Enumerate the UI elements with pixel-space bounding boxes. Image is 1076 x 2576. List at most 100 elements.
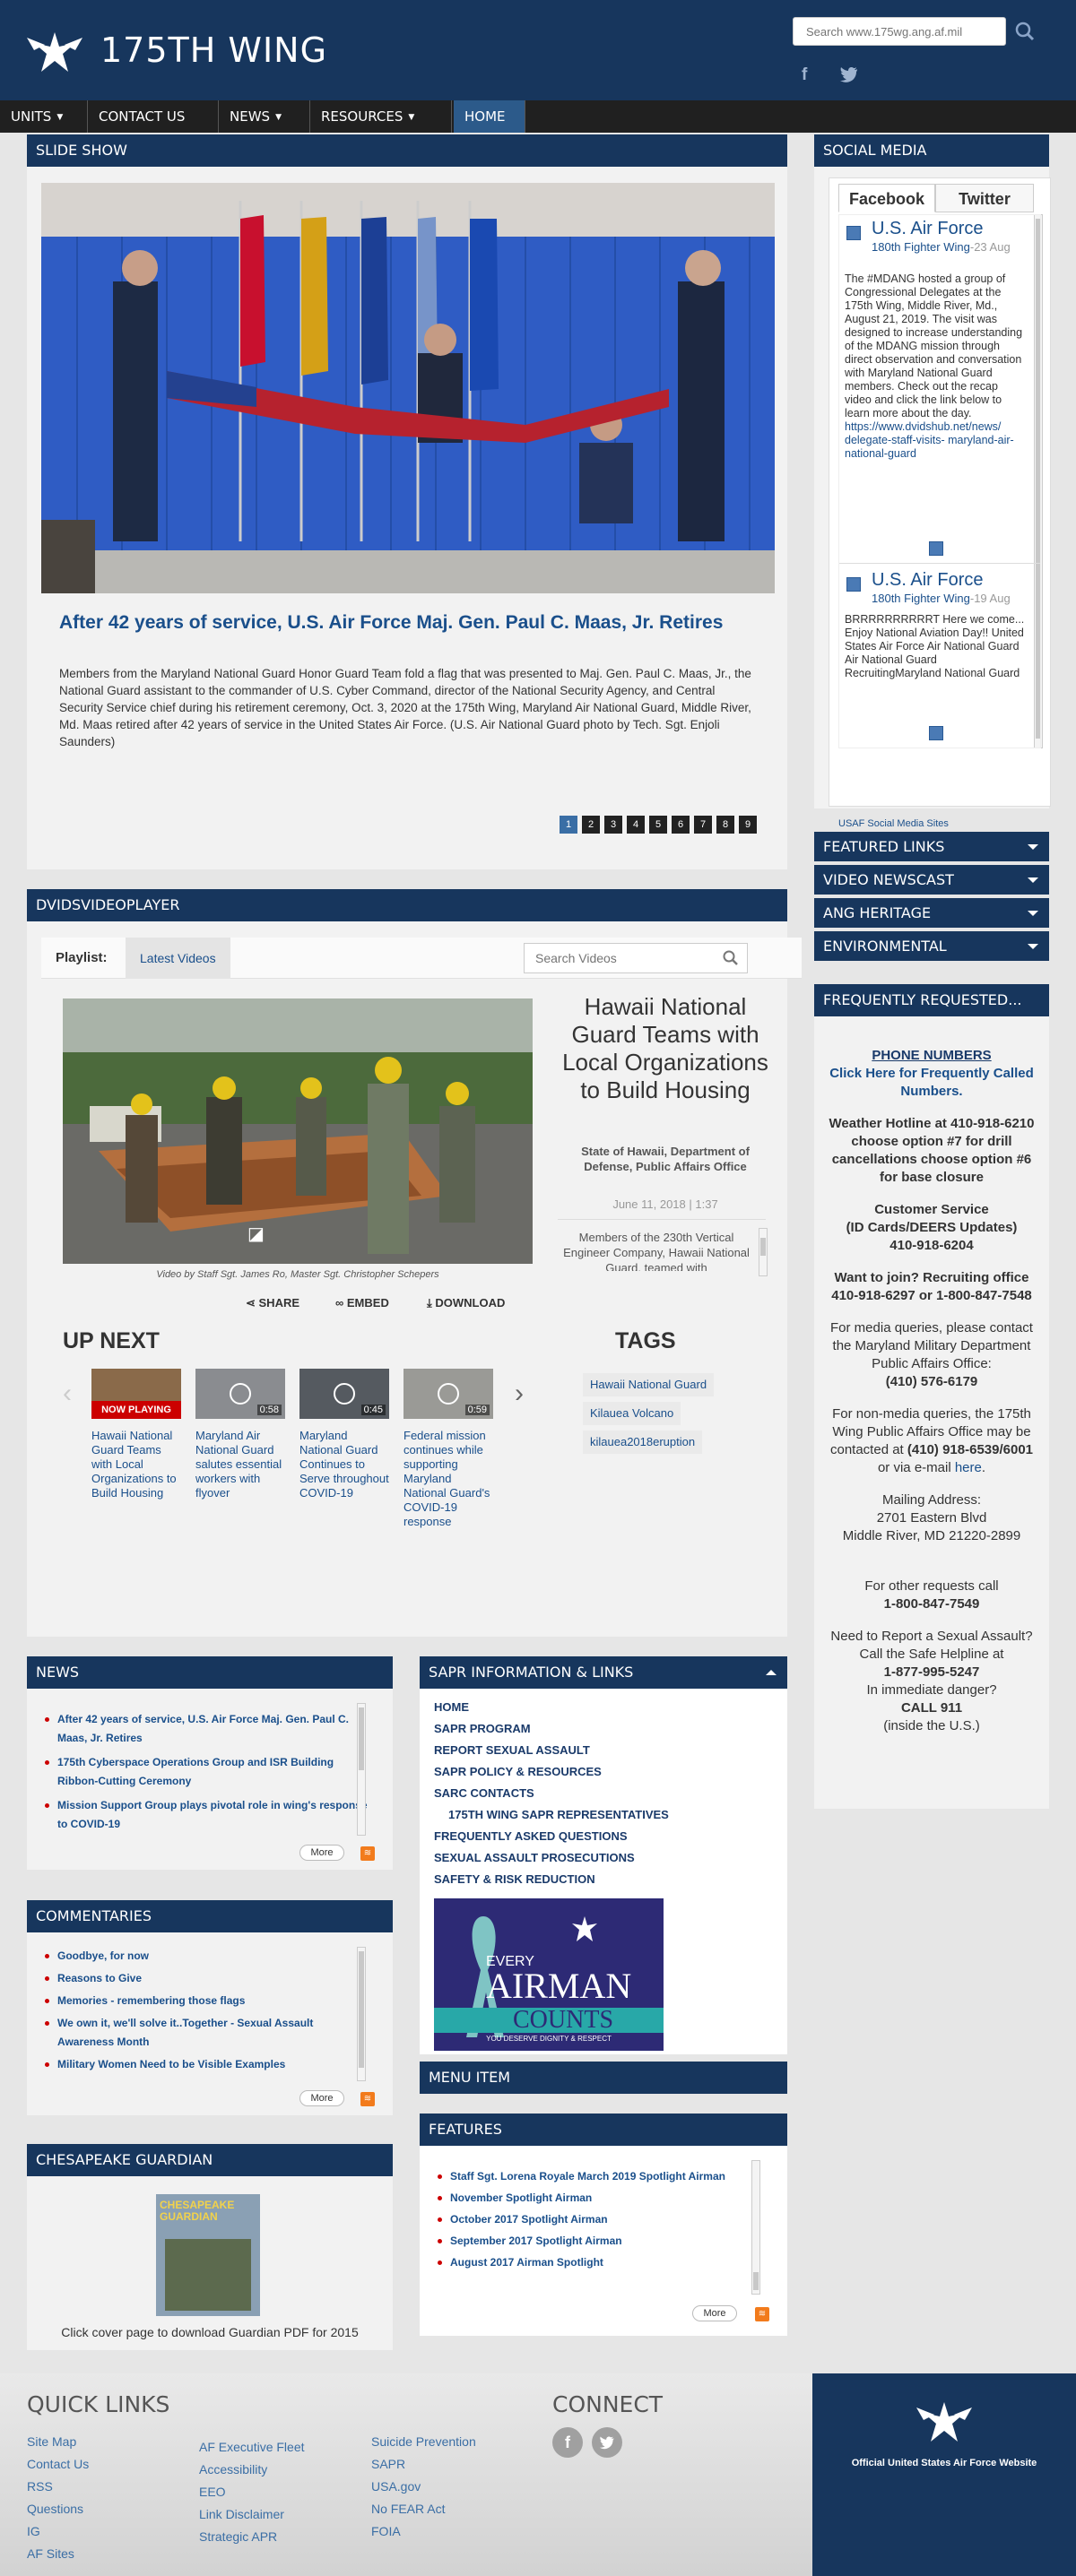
slide-image[interactable] — [41, 183, 775, 593]
rss-icon[interactable]: ≋ — [755, 2307, 769, 2321]
phone-numbers-link[interactable]: Click Here for Frequently Called Numbers… — [827, 1065, 1037, 1101]
nav-contact-us[interactable]: CONTACT US — [88, 100, 219, 133]
post-image-icon[interactable] — [929, 541, 943, 556]
slide-page-1[interactable]: 1 — [560, 816, 577, 834]
up-next-title-3[interactable]: Maryland National Guard Continues to Ser… — [299, 1429, 391, 1500]
tag-kilauea-volcano[interactable]: Kilauea Volcano — [583, 1402, 681, 1425]
air-force-logo-icon[interactable] — [25, 20, 84, 79]
footer-link-accessibility[interactable]: Accessibility — [199, 2462, 267, 2477]
list-item[interactable]: Staff Sgt. Lorena Royale March 2019 Spot… — [438, 2167, 760, 2186]
rss-icon[interactable]: ≋ — [360, 1846, 375, 1861]
tag-kilauea2018eruption[interactable]: kilauea2018eruption — [583, 1431, 703, 1454]
guardian-cover-link[interactable]: CHESAPEAKE GUARDIAN — [156, 2194, 260, 2316]
sapr-link-faq[interactable]: FREQUENTLY ASKED QUESTIONS — [434, 1829, 628, 1843]
commentary-link[interactable]: Military Women Need to be Visible Exampl… — [57, 2058, 285, 2070]
post-source-name[interactable]: 180th Fighter Wing — [872, 240, 970, 254]
facebook-icon[interactable]: f — [552, 2427, 583, 2458]
nav-units[interactable]: UNITS ▼ — [0, 100, 88, 133]
post-image-icon[interactable] — [929, 726, 943, 740]
up-next-title-4[interactable]: Federal mission continues while supporti… — [404, 1429, 495, 1529]
slide-page-4[interactable]: 4 — [627, 816, 645, 834]
search-icon[interactable] — [1013, 18, 1037, 45]
up-next-thumb-2[interactable]: 0:58 — [195, 1369, 285, 1419]
footer-link-suicide-prevention[interactable]: Suicide Prevention — [371, 2434, 476, 2449]
footer-link-disclaimer[interactable]: Link Disclaimer — [199, 2507, 284, 2521]
footer-link-af-executive-fleet[interactable]: AF Executive Fleet — [199, 2440, 305, 2454]
up-next-thumb-4[interactable]: 0:59 — [404, 1369, 493, 1419]
post-account-name[interactable]: U.S. Air Force — [872, 219, 983, 239]
up-next-thumb-1[interactable]: NOW PLAYING — [91, 1369, 181, 1419]
slide-page-6[interactable]: 6 — [672, 816, 690, 834]
rss-icon[interactable]: ≋ — [360, 2092, 375, 2106]
featured-links-toggle[interactable]: FEATURED LINKS — [814, 832, 1049, 861]
sapr-link-policy[interactable]: SAPR POLICY & RESOURCES — [434, 1765, 602, 1778]
slide-page-9[interactable]: 9 — [739, 816, 757, 834]
commentaries-scrollbar[interactable] — [357, 1947, 366, 2081]
list-item[interactable]: Reasons to Give — [45, 1969, 368, 1988]
tab-twitter[interactable]: Twitter — [935, 184, 1034, 212]
nav-home[interactable]: HOME — [454, 100, 525, 133]
slide-page-3[interactable]: 3 — [604, 816, 622, 834]
feature-link[interactable]: October 2017 Spotlight Airman — [450, 2213, 608, 2226]
list-item[interactable]: Military Women Need to be Visible Exampl… — [45, 2055, 368, 2074]
twitter-icon[interactable] — [592, 2427, 622, 2458]
footer-link-af-sites[interactable]: AF Sites — [27, 2546, 74, 2561]
commentaries-more-button[interactable]: More — [299, 2090, 344, 2106]
up-next-thumb-3[interactable]: 0:45 — [299, 1369, 389, 1419]
slide-page-5[interactable]: 5 — [649, 816, 667, 834]
list-item[interactable]: After 42 years of service, U.S. Air Forc… — [45, 1710, 368, 1748]
tab-facebook[interactable]: Facebook — [838, 184, 935, 212]
list-item[interactable]: Mission Support Group plays pivotal role… — [45, 1796, 368, 1834]
feature-link[interactable]: September 2017 Spotlight Airman — [450, 2235, 622, 2247]
slide-page-2[interactable]: 2 — [582, 816, 600, 834]
video-search-input[interactable] — [524, 943, 748, 973]
slide-title-link[interactable]: After 42 years of service, U.S. Air Forc… — [59, 609, 759, 635]
list-item[interactable]: We own it, we'll solve it..Together - Se… — [45, 2014, 368, 2052]
nav-resources[interactable]: RESOURCES ▼ — [310, 100, 452, 133]
twitter-icon[interactable] — [839, 65, 859, 83]
footer-link-foia[interactable]: FOIA — [371, 2524, 401, 2538]
embed-button[interactable]: ∞ EMBED — [335, 1296, 389, 1310]
up-next-title-2[interactable]: Maryland Air National Guard salutes esse… — [195, 1429, 287, 1500]
site-title[interactable]: 175TH WING — [100, 30, 327, 70]
footer-link-rss[interactable]: RSS — [27, 2479, 53, 2494]
footer-link-eeo[interactable]: EEO — [199, 2485, 226, 2499]
commentary-link[interactable]: Memories - remembering those flags — [57, 1994, 245, 2007]
footer-link-usa-gov[interactable]: USA.gov — [371, 2479, 421, 2494]
official-af-website-block[interactable]: Official United States Air Force Website — [812, 2373, 1076, 2576]
list-item[interactable]: September 2017 Spotlight Airman — [438, 2232, 760, 2251]
sapr-link-program[interactable]: SAPR PROGRAM — [434, 1722, 531, 1735]
sapr-link-representatives[interactable]: 175TH WING SAPR REPRESENTATIVES — [448, 1808, 669, 1821]
news-link[interactable]: Mission Support Group plays pivotal role… — [57, 1799, 368, 1830]
slide-page-7[interactable]: 7 — [694, 816, 712, 834]
prev-arrow-icon[interactable]: ‹ — [63, 1379, 72, 1409]
share-button[interactable]: ⋖ SHARE — [246, 1296, 299, 1310]
usaf-social-media-link[interactable]: USAF Social Media Sites — [838, 818, 949, 829]
list-item[interactable]: Memories - remembering those flags — [45, 1992, 368, 2010]
commentary-link[interactable]: Goodbye, for now — [57, 1949, 149, 1962]
every-airman-counts-banner[interactable]: EVERY AIRMAN COUNTS YOU DESERVE DIGNITY … — [434, 1898, 664, 2051]
facebook-icon[interactable]: f — [802, 65, 816, 84]
news-scrollbar[interactable] — [357, 1703, 366, 1836]
search-input[interactable] — [793, 17, 1006, 46]
video-newscast-toggle[interactable]: VIDEO NEWSCAST — [814, 865, 1049, 895]
news-more-button[interactable]: More — [299, 1845, 344, 1861]
list-item[interactable]: Goodbye, for now — [45, 1947, 368, 1966]
sapr-link-home[interactable]: HOME — [434, 1700, 469, 1714]
features-more-button[interactable]: More — [692, 2305, 737, 2321]
tag-hawaii-national-guard[interactable]: Hawaii National Guard — [583, 1373, 715, 1396]
feature-link[interactable]: November Spotlight Airman — [450, 2191, 592, 2204]
footer-link-contact-us[interactable]: Contact Us — [27, 2457, 89, 2471]
features-scrollbar[interactable] — [751, 2160, 760, 2295]
ang-heritage-toggle[interactable]: ANG HERITAGE — [814, 898, 1049, 928]
sapr-link-report[interactable]: REPORT SEXUAL ASSAULT — [434, 1743, 590, 1757]
commentary-link[interactable]: Reasons to Give — [57, 1972, 142, 1984]
post-link[interactable]: https://www.dvidshub.net/news/ delegate-… — [845, 420, 1014, 460]
email-here-link[interactable]: here — [955, 1460, 982, 1475]
footer-link-questions[interactable]: Questions — [27, 2502, 83, 2516]
description-scrollbar[interactable] — [759, 1228, 768, 1276]
phone-numbers-heading[interactable]: PHONE NUMBERS — [827, 1047, 1037, 1065]
feature-link[interactable]: August 2017 Airman Spotlight — [450, 2256, 603, 2269]
next-arrow-icon[interactable]: › — [515, 1379, 524, 1409]
footer-link-site-map[interactable]: Site Map — [27, 2434, 76, 2449]
